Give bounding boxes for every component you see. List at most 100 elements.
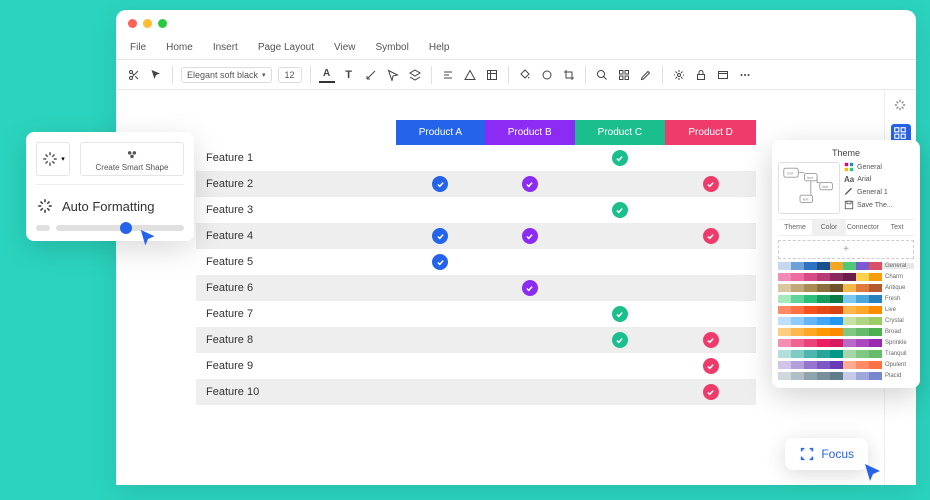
- shape-icon[interactable]: [539, 67, 555, 83]
- table-row: Feature 6: [196, 275, 756, 301]
- swatch-row[interactable]: Opulent: [778, 361, 914, 369]
- feature-label: Feature 6: [196, 275, 396, 301]
- menu-home[interactable]: Home: [166, 42, 193, 53]
- pointer-icon[interactable]: [385, 67, 401, 83]
- feature-label: Feature 7: [196, 301, 396, 327]
- cell: [396, 275, 485, 301]
- swatch-row[interactable]: General: [778, 262, 914, 270]
- focus-button[interactable]: Focus: [785, 438, 868, 470]
- cell: [485, 353, 575, 379]
- format-slider[interactable]: [36, 221, 184, 231]
- swatch-row[interactable]: Fresh: [778, 295, 914, 303]
- swatch-row[interactable]: Tranquil: [778, 350, 914, 358]
- swatch-row[interactable]: Crystal: [778, 317, 914, 325]
- menu-insert[interactable]: Insert: [213, 42, 238, 53]
- connector-icon[interactable]: [363, 67, 379, 83]
- crop-icon[interactable]: [561, 67, 577, 83]
- cell: [665, 275, 756, 301]
- swatch-row[interactable]: Placid: [778, 372, 914, 380]
- cell: [485, 197, 575, 223]
- color-a-icon[interactable]: A: [319, 67, 335, 83]
- cell: [396, 301, 485, 327]
- theme-tab-color[interactable]: Color: [812, 220, 846, 235]
- cell: [396, 353, 485, 379]
- check-icon: [703, 228, 719, 244]
- swatch-row[interactable]: Live: [778, 306, 914, 314]
- theme-attr[interactable]: Save The...: [844, 200, 914, 210]
- comparison-table: Product AProduct BProduct CProduct D Fea…: [196, 120, 756, 405]
- swatch-row[interactable]: Broad: [778, 328, 914, 336]
- cell: [665, 301, 756, 327]
- close-icon[interactable]: [128, 19, 137, 28]
- cell: [396, 171, 485, 197]
- grid-icon[interactable]: [616, 67, 632, 83]
- cursor-icon[interactable]: [148, 67, 164, 83]
- create-smart-shape-button[interactable]: Create Smart Shape: [80, 142, 184, 176]
- window-titlebar: [116, 10, 916, 36]
- feature-label: Feature 2: [196, 171, 396, 197]
- menu-view[interactable]: View: [334, 42, 356, 53]
- table-row: Feature 1: [196, 145, 756, 171]
- table-row: Feature 5: [196, 249, 756, 275]
- zoom-icon[interactable]: [594, 67, 610, 83]
- theme-tab-theme[interactable]: Theme: [778, 220, 812, 235]
- more-icon[interactable]: [737, 67, 753, 83]
- table-row: Feature 4: [196, 223, 756, 249]
- cell: [665, 353, 756, 379]
- table-row: Feature 10: [196, 379, 756, 405]
- align-icon[interactable]: [440, 67, 456, 83]
- theme-tab-text[interactable]: Text: [880, 220, 914, 235]
- rail-sparkle-icon[interactable]: [893, 98, 909, 114]
- check-icon: [612, 150, 628, 166]
- cell: [665, 379, 756, 405]
- font-select[interactable]: Elegant soft black▾: [181, 67, 272, 83]
- table-row: Feature 3: [196, 197, 756, 223]
- cell: [575, 249, 666, 275]
- theme-attr[interactable]: Aa Arial: [844, 175, 914, 184]
- col-D: Product D: [665, 120, 756, 145]
- pen-icon[interactable]: [638, 67, 654, 83]
- lock-icon[interactable]: [693, 67, 709, 83]
- check-icon: [612, 202, 628, 218]
- check-icon: [703, 176, 719, 192]
- add-theme-button[interactable]: +: [778, 240, 914, 259]
- swatch-row[interactable]: Sprinkle: [778, 339, 914, 347]
- text-icon[interactable]: T: [341, 67, 357, 83]
- check-icon: [432, 254, 448, 270]
- font-size[interactable]: 12: [278, 67, 302, 83]
- minimize-icon[interactable]: [143, 19, 152, 28]
- check-icon: [522, 176, 538, 192]
- settings-icon[interactable]: [671, 67, 687, 83]
- cell: [575, 171, 666, 197]
- feature-label: Feature 9: [196, 353, 396, 379]
- cell: [665, 249, 756, 275]
- auto-formatting-button[interactable]: Auto Formatting: [36, 185, 184, 221]
- menu-symbol[interactable]: Symbol: [376, 42, 409, 53]
- cell: [485, 249, 575, 275]
- layers-icon[interactable]: [407, 67, 423, 83]
- cut-icon[interactable]: [126, 67, 142, 83]
- sparkle-button[interactable]: ▾: [36, 142, 70, 176]
- svg-text:text: text: [787, 172, 793, 176]
- swatch-row[interactable]: Charm: [778, 273, 914, 281]
- col-C: Product C: [575, 120, 666, 145]
- cell: [396, 223, 485, 249]
- menu-file[interactable]: File: [130, 42, 146, 53]
- swatch-row[interactable]: Antique: [778, 284, 914, 292]
- theme-attr[interactable]: General 1: [844, 187, 914, 197]
- menu-pagelayout[interactable]: Page Layout: [258, 42, 314, 53]
- cell: [665, 197, 756, 223]
- theme-attr[interactable]: General: [844, 162, 914, 172]
- theme-tab-connector[interactable]: Connector: [846, 220, 880, 235]
- col-A: Product A: [396, 120, 485, 145]
- warn-icon[interactable]: [462, 67, 478, 83]
- table-icon[interactable]: [484, 67, 500, 83]
- maximize-icon[interactable]: [158, 19, 167, 28]
- table-row: Feature 9: [196, 353, 756, 379]
- cell: [485, 327, 575, 353]
- menu-help[interactable]: Help: [429, 42, 450, 53]
- window-icon[interactable]: [715, 67, 731, 83]
- cursor-icon: [138, 228, 160, 250]
- cell: [396, 249, 485, 275]
- fill-icon[interactable]: [517, 67, 533, 83]
